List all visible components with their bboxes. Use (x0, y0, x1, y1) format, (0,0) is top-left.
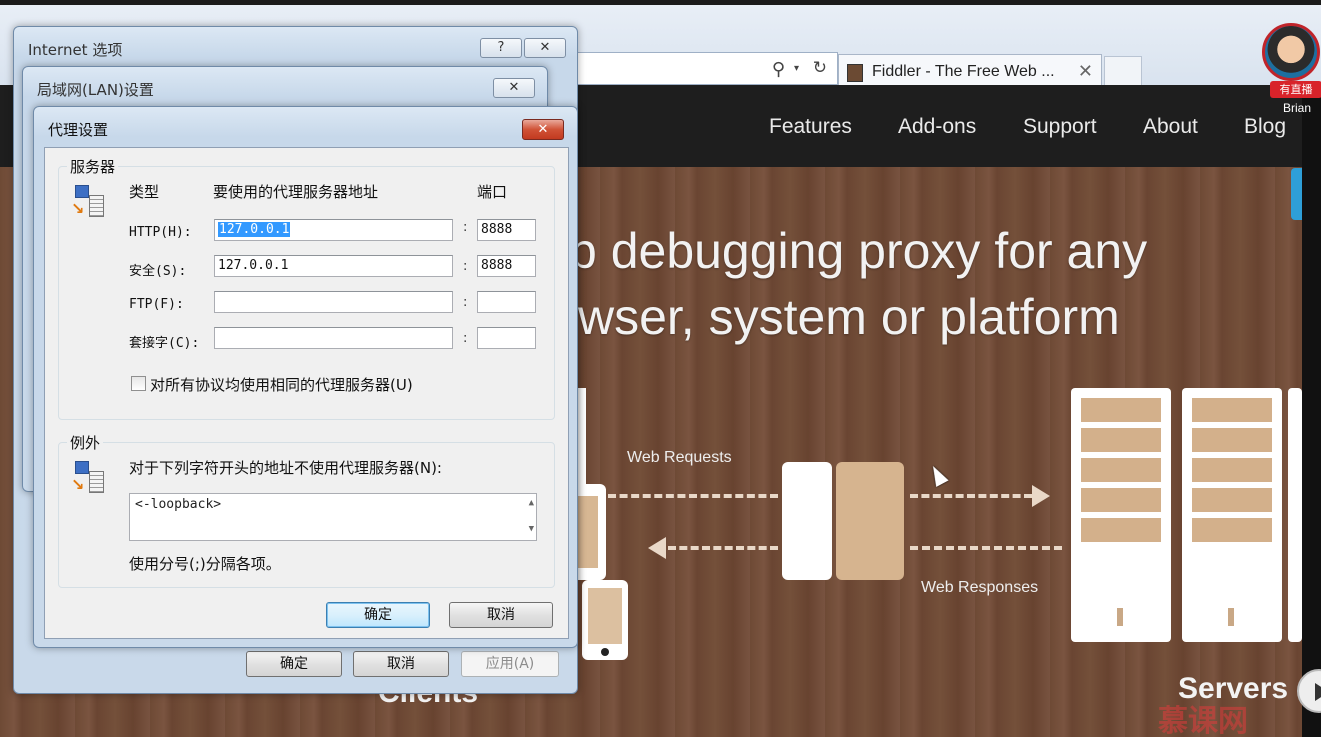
network-icon: ↘ (71, 185, 105, 221)
ftp-colon: : (463, 295, 468, 310)
ftp-address-input[interactable] (214, 291, 453, 313)
close-tab-icon[interactable]: ✕ (1078, 61, 1093, 82)
close-button[interactable]: ✕ (522, 119, 564, 140)
same-proxy-checkbox[interactable] (131, 376, 146, 391)
search-icon[interactable]: ⚲ (772, 59, 785, 80)
live-badge: 有直播 (1270, 81, 1321, 98)
secure-label: 安全(S): (129, 264, 187, 279)
socks-label: 套接字(C): (129, 336, 200, 351)
proxy-settings-dialog: 代理设置 ✕ 服务器 ↘ 类型 要使用的代理服务器地址 端口 HTTP(H): … (33, 106, 578, 648)
nav-about[interactable]: About (1143, 115, 1198, 139)
cancel-button[interactable]: 取消 (353, 651, 449, 677)
socks-port-input[interactable] (477, 327, 536, 349)
ftp-label: FTP(F): (129, 297, 184, 312)
exceptions-value: <-loopback> (135, 497, 222, 512)
scroll-down-icon[interactable]: ▼ (529, 524, 534, 534)
response-dash-right (910, 546, 1062, 550)
response-arrow (648, 537, 666, 559)
network-icon: ↘ (71, 461, 105, 497)
address-bar[interactable]: ⚲ ▾ ↻ (560, 52, 838, 85)
streamer-avatar (1262, 23, 1320, 81)
chevron-down-icon[interactable]: ▾ (794, 63, 799, 74)
http-port-input[interactable]: 8888 (477, 219, 536, 241)
dialog-title: Internet 选项 (28, 41, 123, 59)
headline-line-2: wser, system or platform (578, 289, 1120, 345)
watermark-logo: 慕课网 (1158, 704, 1248, 737)
tab-title: Fiddler - The Free Web ... (872, 63, 1055, 80)
nav-blog[interactable]: Blog (1244, 115, 1286, 139)
server-1 (1071, 388, 1171, 642)
request-dash-left (608, 494, 778, 498)
same-proxy-label: 对所有协议均使用相同的代理服务器(U) (150, 376, 413, 394)
dialog-title: 代理设置 (48, 121, 109, 139)
close-button[interactable]: ✕ (493, 78, 535, 98)
request-arrow (1032, 485, 1050, 507)
col-type: 类型 (129, 183, 160, 201)
col-address: 要使用的代理服务器地址 (213, 183, 379, 201)
refresh-icon[interactable]: ↻ (813, 58, 827, 78)
server-3 (1288, 388, 1302, 642)
http-label: HTTP(H): (129, 225, 192, 240)
socks-colon: : (463, 331, 468, 346)
exceptions-group: 例外 ↘ 对于下列字符开头的地址不使用代理服务器(N): <-loopback>… (58, 432, 555, 588)
exceptions-hint: 使用分号(;)分隔各项。 (129, 555, 281, 573)
secure-address-input[interactable]: 127.0.0.1 (214, 255, 453, 277)
streamer-name: Brian (1283, 101, 1312, 115)
fiddler-logo-right (836, 462, 904, 580)
headline-line-1: b debugging proxy for any (569, 223, 1148, 279)
exceptions-label: 对于下列字符开头的地址不使用代理服务器(N): (129, 459, 442, 477)
ftp-port-input[interactable] (477, 291, 536, 313)
help-button[interactable]: ? (480, 38, 522, 58)
apply-button[interactable]: 应用(A) (461, 651, 559, 677)
col-port: 端口 (477, 183, 508, 201)
exceptions-textarea[interactable]: <-loopback> ▲ ▼ (129, 493, 537, 541)
nav-add-ons[interactable]: Add-ons (898, 115, 976, 139)
nav-support[interactable]: Support (1023, 115, 1097, 139)
scroll-up-icon[interactable]: ▲ (529, 498, 534, 508)
fiddler-logo-left (782, 462, 832, 580)
servers-group-label: 服务器 (67, 156, 119, 177)
close-button[interactable]: ✕ (524, 38, 566, 58)
nav-features[interactable]: Features (769, 115, 852, 139)
http-colon: : (463, 220, 468, 235)
proxy-cancel-button[interactable]: 取消 (449, 602, 553, 628)
http-address-value: 127.0.0.1 (218, 222, 291, 237)
ok-button[interactable]: 确定 (246, 651, 342, 677)
web-responses-label: Web Responses (921, 579, 1039, 596)
proxy-dialog-body: 服务器 ↘ 类型 要使用的代理服务器地址 端口 HTTP(H): 127.0.0… (44, 147, 569, 639)
client-tablet (576, 484, 606, 580)
dialog-title: 局域网(LAN)设置 (37, 81, 154, 99)
response-dash-left (668, 546, 778, 550)
servers-group: 服务器 ↘ 类型 要使用的代理服务器地址 端口 HTTP(H): 127.0.0… (58, 156, 555, 420)
right-edge-strip (1302, 85, 1321, 737)
proxy-ok-button[interactable]: 确定 (326, 602, 430, 628)
secure-port-input[interactable]: 8888 (477, 255, 536, 277)
secure-colon: : (463, 259, 468, 274)
socks-address-input[interactable] (214, 327, 453, 349)
favicon-icon (847, 64, 863, 82)
server-2 (1182, 388, 1282, 642)
web-requests-label: Web Requests (627, 449, 732, 466)
side-accent[interactable] (1291, 168, 1302, 220)
http-address-input[interactable]: 127.0.0.1 (214, 219, 453, 241)
exceptions-group-label: 例外 (67, 432, 104, 453)
client-phone (582, 580, 628, 660)
request-dash-right (910, 494, 1032, 498)
